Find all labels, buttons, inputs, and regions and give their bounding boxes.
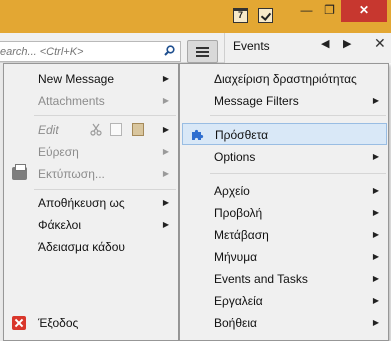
- search-input[interactable]: [0, 42, 156, 61]
- menu-item-label: Μετάβαση: [214, 228, 269, 242]
- submenu-arrow-icon: ▶: [162, 96, 169, 105]
- tasks-icon[interactable]: [258, 8, 273, 23]
- printer-icon: [12, 164, 27, 180]
- search-icon[interactable]: [164, 45, 175, 56]
- menu-item-label: Διαχείριση δραστηριότητας: [214, 72, 357, 86]
- menu-item-label: Εργαλεία: [214, 294, 263, 308]
- puzzle-piece-icon: [192, 129, 204, 140]
- menu-item-folders[interactable]: Φάκελοι ▶: [4, 214, 178, 236]
- menu-item-label: Message Filters: [214, 94, 299, 108]
- menu-item-options[interactable]: Options ▶: [180, 146, 388, 168]
- submenu-arrow-icon: ▶: [372, 186, 379, 195]
- menu-item-label: Άδειασμα κάδου: [38, 240, 125, 254]
- events-pane-header: Events ◀ ▶ ✕: [224, 33, 391, 63]
- menu-item-label: Έξοδος: [38, 316, 79, 330]
- menu-item-label: Φάκελοι: [38, 218, 82, 232]
- submenu-arrow-icon: ▶: [372, 208, 379, 217]
- close-window-button[interactable]: ✕: [341, 0, 387, 22]
- menu-item-label: New Message: [38, 72, 115, 86]
- submenu-arrow-icon: ▶: [372, 230, 379, 239]
- menu-item-label: Events and Tasks: [214, 272, 308, 286]
- app-menu-left-panel: New Message ▶ Attachments ▶ Edit ▶ Εύρεσ…: [3, 63, 179, 341]
- menu-item-label: Εύρεση: [38, 145, 79, 159]
- app-menu-button[interactable]: [187, 40, 218, 63]
- maximize-button[interactable]: ❐: [315, 0, 344, 22]
- menu-item-activity-manager[interactable]: Διαχείριση δραστηριότητας: [180, 68, 388, 90]
- events-pane-title: Events: [233, 39, 270, 53]
- paste-icon[interactable]: [132, 123, 144, 136]
- submenu-arrow-icon: ▶: [372, 318, 379, 327]
- menu-item-help[interactable]: Βοήθεια ▶: [180, 312, 388, 334]
- prev-day-button[interactable]: ◀: [321, 37, 329, 50]
- menu-item-label: Μήνυμα: [214, 250, 258, 264]
- submenu-arrow-icon: ▶: [162, 220, 169, 229]
- calendar-icon[interactable]: 7: [233, 8, 248, 23]
- submenu-arrow-icon: ▶: [372, 274, 379, 283]
- menu-item-label: Βοήθεια: [214, 316, 257, 330]
- copy-icon[interactable]: [110, 123, 122, 136]
- menu-item-message-filters[interactable]: Message Filters ▶: [180, 90, 388, 112]
- exit-icon: [12, 316, 26, 330]
- menu-separator: [210, 115, 386, 116]
- menu-separator: [34, 115, 176, 116]
- app-menu-right-panel: Διαχείριση δραστηριότητας Message Filter…: [179, 63, 389, 341]
- menu-item-exit[interactable]: Έξοδος: [4, 312, 178, 334]
- menu-item-label: Options: [214, 150, 256, 164]
- menu-item-label: Προβολή: [214, 206, 263, 220]
- submenu-arrow-icon: ▶: [162, 198, 169, 207]
- menu-item-print[interactable]: Εκτύπωση... ▶: [4, 163, 178, 185]
- submenu-arrow-icon: ▶: [372, 152, 379, 161]
- next-day-button[interactable]: ▶: [343, 37, 351, 50]
- menu-item-go[interactable]: Μετάβαση ▶: [180, 224, 388, 246]
- menu-item-label: Edit: [38, 123, 59, 137]
- menu-item-message[interactable]: Μήνυμα ▶: [180, 246, 388, 268]
- menu-separator: [210, 173, 386, 174]
- menu-item-label: Πρόσθετα: [215, 128, 269, 142]
- submenu-arrow-icon: ▶: [162, 74, 169, 83]
- cut-icon[interactable]: [90, 123, 102, 136]
- submenu-arrow-icon: ▶: [372, 96, 379, 105]
- hamburger-line: [196, 51, 209, 53]
- submenu-arrow-icon: ▶: [162, 125, 169, 134]
- hamburger-line: [196, 55, 209, 57]
- menu-item-new-message[interactable]: New Message ▶: [4, 68, 178, 90]
- menu-separator: [34, 189, 176, 190]
- menu-item-tools[interactable]: Εργαλεία ▶: [180, 290, 388, 312]
- search-box[interactable]: [0, 41, 181, 62]
- menu-item-events-tasks[interactable]: Events and Tasks ▶: [180, 268, 388, 290]
- menu-item-file[interactable]: Αρχείο ▶: [180, 180, 388, 202]
- menu-item-edit[interactable]: Edit ▶: [4, 119, 178, 141]
- menu-item-attachments[interactable]: Attachments ▶: [4, 90, 178, 112]
- submenu-arrow-icon: ▶: [162, 147, 169, 156]
- menu-item-label: Attachments: [38, 94, 105, 108]
- menu-item-save-as[interactable]: Αποθήκευση ως ▶: [4, 192, 178, 214]
- menu-item-empty-trash[interactable]: Άδειασμα κάδου: [4, 236, 178, 258]
- menu-item-find[interactable]: Εύρεση ▶: [4, 141, 178, 163]
- menu-item-label: Αρχείο: [214, 184, 250, 198]
- submenu-arrow-icon: ▶: [372, 296, 379, 305]
- events-pane-close-button[interactable]: ✕: [374, 35, 386, 52]
- menu-item-label: Αποθήκευση ως: [38, 196, 125, 210]
- submenu-arrow-icon: ▶: [372, 252, 379, 261]
- menu-item-label: Εκτύπωση...: [38, 167, 105, 181]
- menu-item-addons[interactable]: Πρόσθετα: [182, 123, 387, 145]
- submenu-arrow-icon: ▶: [162, 169, 169, 178]
- window-titlebar: 7 — ❐ ✕: [0, 0, 391, 33]
- hamburger-line: [196, 47, 209, 49]
- menu-item-view[interactable]: Προβολή ▶: [180, 202, 388, 224]
